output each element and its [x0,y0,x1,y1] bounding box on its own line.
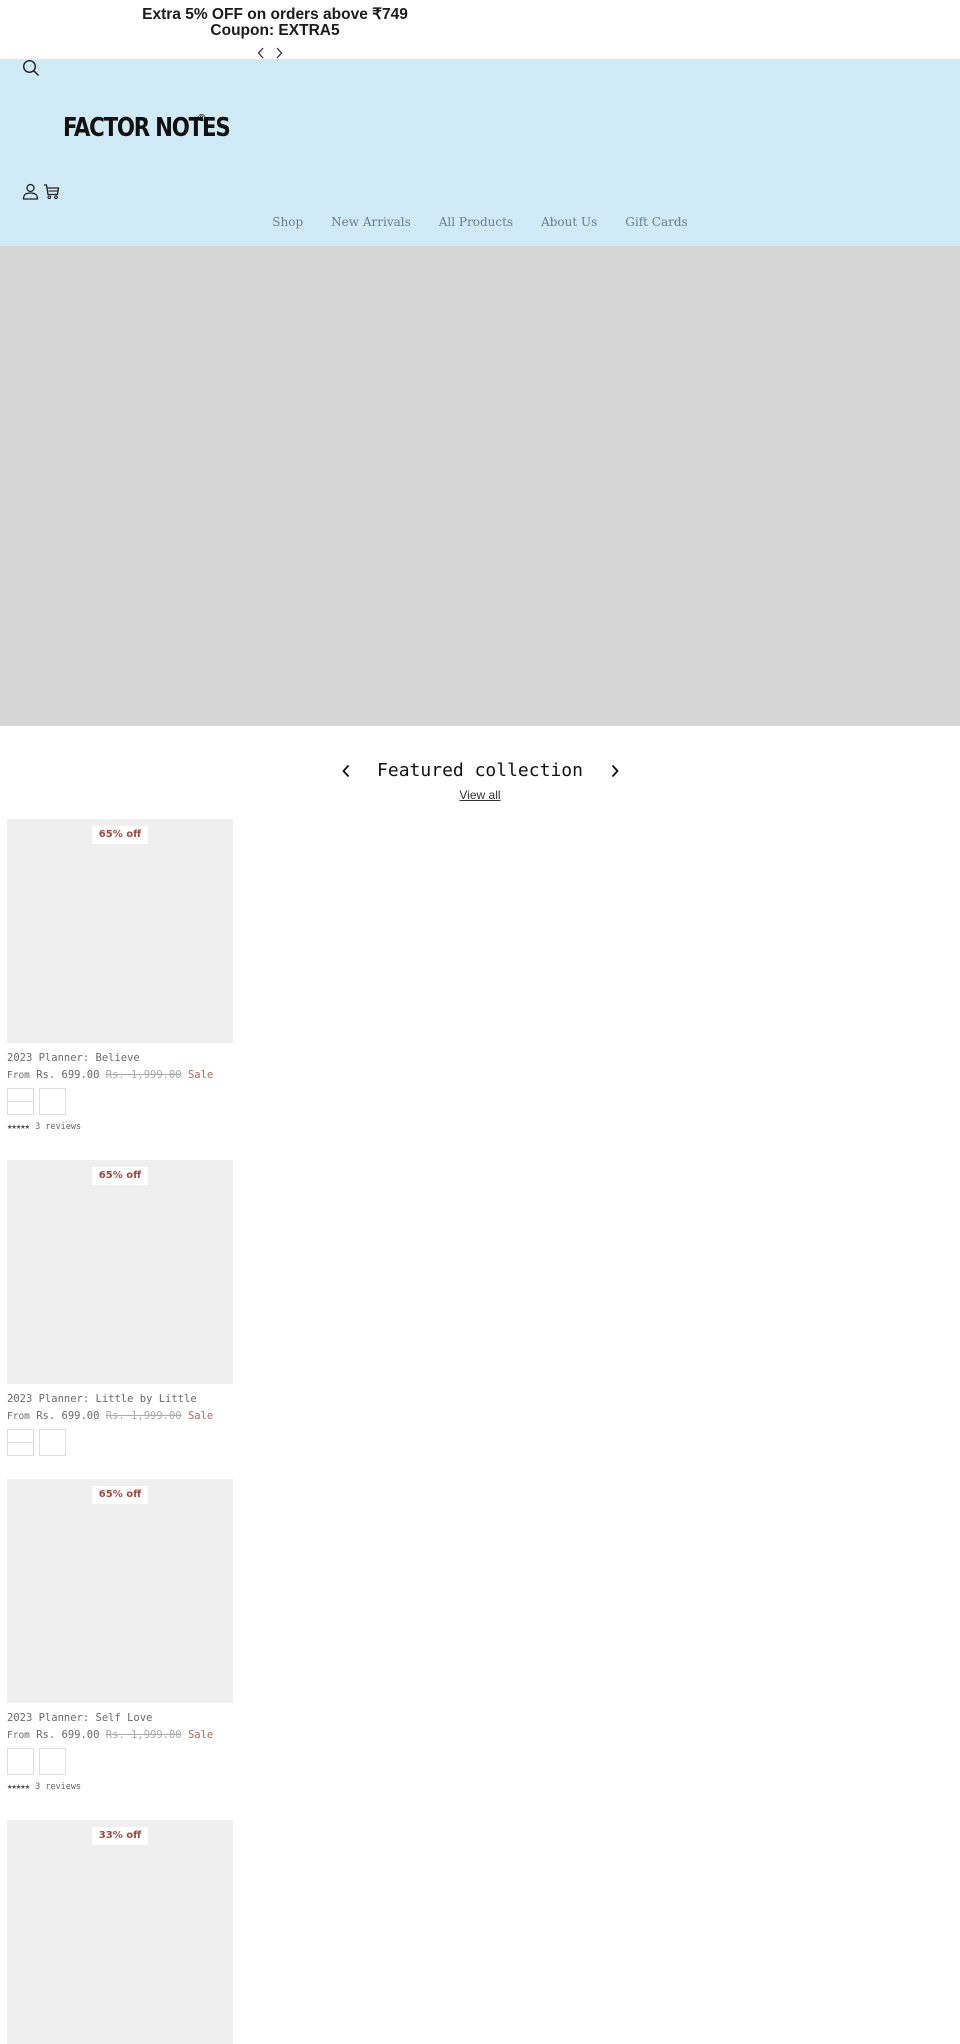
announcement-text: Extra 5% OFF on orders above ₹749 Coupon… [100,7,450,39]
product-image[interactable]: 65% off [7,1479,233,1703]
view-all-link[interactable]: View all [459,788,500,802]
collection-prev-button[interactable] [340,764,352,778]
main-nav: Shop New Arrivals All Products About Us … [0,209,960,239]
chevron-right-icon [276,47,283,59]
discount-badge: 65% off [92,826,148,844]
announcement-next-button[interactable] [274,47,284,59]
discount-badge: 65% off [92,1486,148,1504]
current-price: Rs. 699.00 [36,1729,100,1741]
nav-all-products[interactable]: All Products [425,209,527,239]
chevron-left-icon [342,764,350,778]
discount-badge: 65% off [92,1167,148,1185]
announcement-line-2: Coupon: EXTRA5 [210,22,340,39]
current-price: Rs. 699.00 [36,1410,100,1422]
nav-gift-cards[interactable]: Gift Cards [611,209,701,239]
nav-about-us[interactable]: About Us [527,209,611,239]
product-rating: ★★★★★ 3 reviews [7,1782,233,1792]
product-card: 65% off 2023 Planner: Little by Little F… [7,1160,233,1456]
price-from-label: From [7,1070,30,1081]
sale-label: Sale [187,1069,214,1081]
review-count: 3 reviews [35,1122,82,1132]
nav-new-arrivals[interactable]: New Arrivals [317,209,425,239]
product-image[interactable]: 65% off [7,819,233,1043]
product-card: 65% off 2023 Planner: Self Love From Rs.… [7,1479,233,1792]
sale-label: Sale [187,1729,214,1741]
variant-swatch[interactable] [7,1429,34,1456]
sale-label: Sale [187,1410,214,1422]
chevron-right-icon [611,764,619,778]
product-title[interactable]: 2023 Planner: Believe [7,1052,233,1064]
variant-swatch[interactable] [39,1429,66,1456]
variant-swatch[interactable] [39,1088,66,1115]
star-rating-icon: ★★★★★ [7,1782,30,1792]
compare-price: Rs. 1,999.00 [105,1069,182,1081]
registered-mark: ® [198,113,206,124]
variant-swatches [7,1088,233,1115]
variant-swatches [7,1429,233,1456]
product-price: From Rs. 699.00 Rs. 1,999.00 Sale [7,1729,233,1741]
announcement-line-1: Extra 5% OFF on orders above ₹749 [142,6,408,23]
cart-button[interactable] [43,183,61,201]
price-from-label: From [7,1730,30,1741]
search-button[interactable] [22,59,42,79]
hero-banner [0,246,960,726]
star-rating-icon: ★★★★★ [7,1122,30,1132]
compare-price: Rs. 1,999.00 [105,1410,182,1422]
announcement-bar: Extra 5% OFF on orders above ₹749 Coupon… [0,0,960,59]
compare-price: Rs. 1,999.00 [105,1729,182,1741]
variant-swatches [7,1748,233,1775]
nav-shop[interactable]: Shop [258,209,317,239]
account-button[interactable] [22,183,40,201]
announcement-prev-button[interactable] [256,47,266,59]
featured-collection-header: Featured collection View all [0,760,960,802]
user-icon [22,183,39,200]
price-from-label: From [7,1411,30,1422]
site-header: FACTOR NOTES ® Shop New Arrivals All Pro… [0,59,960,246]
product-rating: ★★★★★ 3 reviews [7,1122,233,1132]
variant-swatch[interactable] [7,1088,34,1115]
search-icon [22,59,40,77]
chevron-left-icon [257,47,264,59]
collection-next-button[interactable] [609,764,621,778]
variant-swatch[interactable] [39,1748,66,1775]
product-card: 65% off 2023 Planner: Believe From Rs. 6… [7,819,233,1132]
product-price: From Rs. 699.00 Rs. 1,999.00 Sale [7,1069,233,1081]
announcement-nav [256,47,284,59]
discount-badge: 33% off [92,1827,148,1845]
cart-icon [44,184,60,200]
review-count: 3 reviews [35,1782,82,1792]
variant-swatch[interactable] [7,1748,34,1775]
product-image[interactable]: 65% off [7,1160,233,1384]
featured-collection-title: Featured collection [377,760,583,781]
product-price: From Rs. 699.00 Rs. 1,999.00 Sale [7,1410,233,1422]
product-title[interactable]: 2023 Planner: Little by Little [7,1393,233,1405]
product-card: 33% off [7,1820,233,2044]
product-title[interactable]: 2023 Planner: Self Love [7,1712,233,1724]
product-image[interactable]: 33% off [7,1820,233,2044]
current-price: Rs. 699.00 [36,1069,100,1081]
